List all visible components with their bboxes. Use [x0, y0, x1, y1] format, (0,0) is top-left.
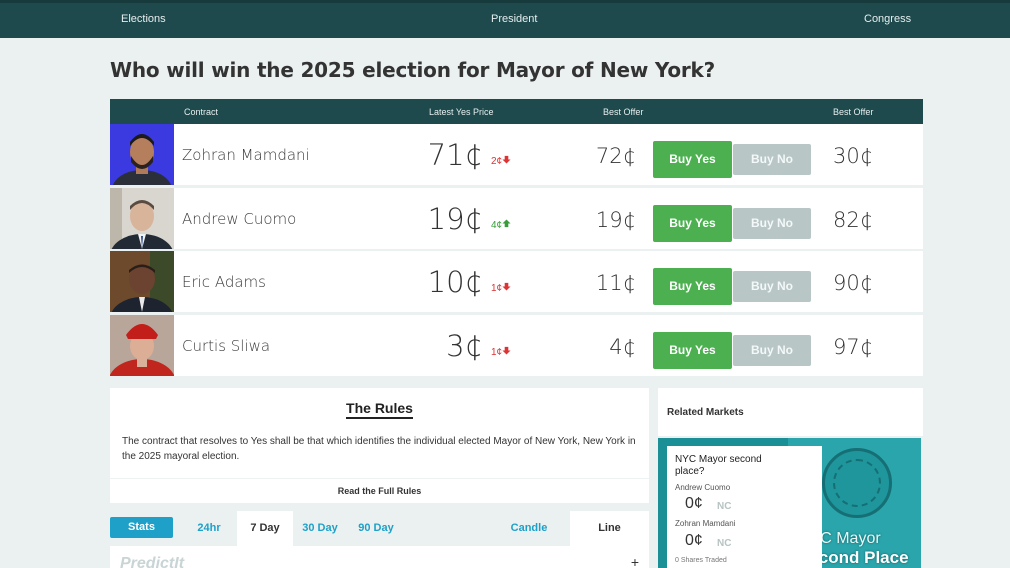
candidate-name[interactable]: Andrew Cuomo [182, 210, 296, 228]
buy-no-button[interactable]: Buy No [733, 335, 811, 366]
chart-tabs: Stats 24hr 7 Day 30 Day 90 Day Candle Li… [110, 511, 649, 546]
divider [110, 478, 649, 479]
related-markets-header: Related Markets [658, 388, 923, 436]
best-offer-no: 82¢ [833, 208, 874, 232]
header-latest-yes-price: Latest Yes Price [429, 107, 494, 117]
nav-elections[interactable]: Elections [121, 13, 166, 25]
price-change-value: 2¢ [491, 156, 503, 167]
rules-text: The contract that resolves to Yes shall … [122, 436, 636, 462]
arrow-up-icon [502, 219, 511, 228]
tab-30-day[interactable]: 30 Day [300, 511, 340, 546]
price-change-value: 1¢ [491, 347, 503, 358]
top-nav: Elections President Congress [0, 0, 1010, 38]
header-best-offer-no: Best Offer [833, 107, 874, 117]
read-full-rules-link[interactable]: Read the Full Rules [110, 486, 649, 496]
candidate-2-name: Zohran Mamdani [675, 519, 736, 528]
buy-yes-button[interactable]: Buy Yes [653, 332, 732, 369]
price-change: 4¢ [491, 219, 511, 231]
market-question[interactable]: NYC Mayor second place? [675, 454, 785, 478]
buy-no-button[interactable]: Buy No [733, 208, 811, 239]
best-offer-no: 30¢ [833, 144, 874, 168]
tab-candle[interactable]: Candle [508, 511, 550, 546]
nav-congress[interactable]: Congress [864, 13, 911, 25]
best-offer-no: 97¢ [833, 335, 874, 359]
candidate-photo [110, 124, 174, 185]
tab-90-day[interactable]: 90 Day [356, 511, 396, 546]
tab-line[interactable]: Line [570, 511, 649, 546]
expand-icon[interactable]: + [631, 554, 639, 568]
rules-panel: The Rules The contract that resolves to … [110, 388, 649, 503]
rules-title-text: The Rules [346, 400, 413, 419]
latest-yes-price: 71¢ [427, 138, 483, 172]
candidate-1-change: NC [717, 501, 732, 512]
card-info-panel: NYC Mayor second place? Andrew Cuomo 0¢ … [667, 446, 822, 568]
stats-button[interactable]: Stats [110, 517, 173, 538]
tab-24hr[interactable]: 24hr [192, 511, 226, 546]
candidate-1-name: Andrew Cuomo [675, 483, 731, 492]
candidate-1-price: 0¢ [685, 495, 703, 512]
arrow-down-icon [502, 282, 511, 291]
nyc-seal-icon [822, 448, 892, 518]
buy-no-button[interactable]: Buy No [733, 271, 811, 302]
buy-yes-button[interactable]: Buy Yes [653, 141, 732, 178]
contract-row: Eric Adams 10¢ 1¢ 11¢ Buy Yes Buy No 90¢ [110, 251, 923, 312]
header-contract: Contract [184, 107, 219, 117]
latest-yes-price: 10¢ [427, 265, 483, 299]
contract-row: Zohran Mamdani 71¢ 2¢ 72¢ Buy Yes Buy No… [110, 124, 923, 185]
chart-area: PredictIt + [110, 546, 649, 568]
nav-president[interactable]: President [491, 13, 537, 25]
candidate-photo [110, 188, 174, 249]
buy-yes-button[interactable]: Buy Yes [653, 268, 732, 305]
best-offer-yes: 72¢ [595, 144, 636, 168]
best-offer-no: 90¢ [833, 271, 874, 295]
candidate-photo [110, 251, 174, 312]
contract-row: Andrew Cuomo 19¢ 4¢ 19¢ Buy Yes Buy No 8… [110, 188, 923, 249]
shares-traded: 0 Shares Traded [675, 557, 727, 564]
contracts-table-header: Contract Latest Yes Price Best Offer Bes… [110, 99, 923, 124]
candidate-name[interactable]: Eric Adams [182, 273, 266, 291]
arrow-down-icon [502, 155, 511, 164]
price-change-value: 1¢ [491, 283, 503, 294]
header-best-offer-yes: Best Offer [603, 107, 644, 117]
buy-yes-button[interactable]: Buy Yes [653, 205, 732, 242]
candidate-2-price: 0¢ [685, 532, 703, 549]
best-offer-yes: 19¢ [595, 208, 636, 232]
rules-title: The Rules [110, 400, 649, 419]
candidate-name[interactable]: Zohran Mamdani [182, 146, 310, 164]
price-change: 1¢ [491, 346, 511, 358]
buy-no-button[interactable]: Buy No [733, 144, 811, 175]
latest-yes-price: 3¢ [446, 329, 483, 363]
price-change: 2¢ [491, 155, 511, 167]
best-offer-yes: 4¢ [609, 335, 636, 359]
price-change: 1¢ [491, 282, 511, 294]
page-title: Who will win the 2025 election for Mayor… [110, 58, 716, 82]
price-change-value: 4¢ [491, 220, 503, 231]
latest-yes-price: 19¢ [427, 202, 483, 236]
related-markets-title: Related Markets [667, 407, 744, 418]
candidate-name[interactable]: Curtis Sliwa [182, 337, 270, 355]
candidate-2-change: NC [717, 538, 732, 549]
arrow-down-icon [502, 346, 511, 355]
tab-7-day[interactable]: 7 Day [237, 511, 293, 546]
seal-inner [833, 459, 881, 507]
predictit-logo: PredictIt [120, 555, 185, 568]
related-market-card[interactable]: NYC Mayor Second Place NYC Mayor second … [658, 438, 921, 568]
contract-row: Curtis Sliwa 3¢ 1¢ 4¢ Buy Yes Buy No 97¢ [110, 315, 923, 376]
best-offer-yes: 11¢ [595, 271, 636, 295]
candidate-photo [110, 315, 174, 376]
